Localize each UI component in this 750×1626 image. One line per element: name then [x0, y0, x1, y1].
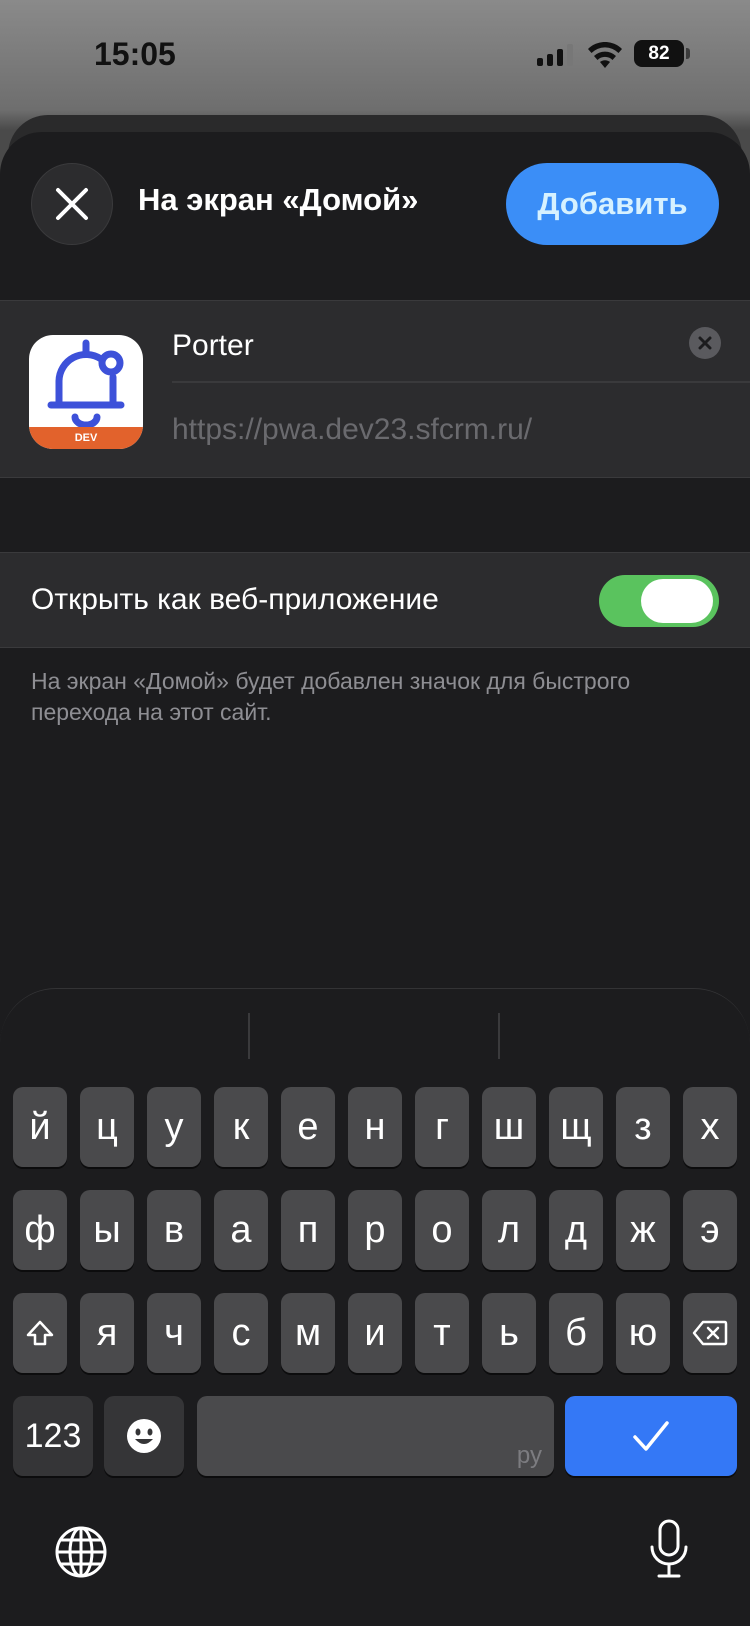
app-icon: DEV — [29, 335, 143, 449]
key[interactable]: з — [616, 1087, 670, 1167]
key[interactable]: ф — [13, 1190, 67, 1270]
key[interactable]: л — [482, 1190, 536, 1270]
key[interactable]: с — [214, 1293, 268, 1373]
key[interactable]: о — [415, 1190, 469, 1270]
key[interactable]: ш — [482, 1087, 536, 1167]
delete-key[interactable] — [683, 1293, 737, 1373]
space-language-label: ру — [516, 1442, 542, 1469]
shift-icon — [26, 1320, 54, 1346]
key[interactable]: н — [348, 1087, 402, 1167]
numbers-key[interactable]: 123 — [13, 1396, 93, 1476]
key[interactable]: у — [147, 1087, 201, 1167]
clear-icon — [698, 336, 712, 350]
site-url: https://pwa.dev23.sfcrm.ru/ — [172, 413, 533, 446]
key[interactable]: ж — [616, 1190, 670, 1270]
key[interactable]: щ — [549, 1087, 603, 1167]
key[interactable]: э — [683, 1190, 737, 1270]
globe-icon[interactable] — [54, 1525, 108, 1579]
key[interactable]: е — [281, 1087, 335, 1167]
key[interactable]: г — [415, 1087, 469, 1167]
key[interactable]: т — [415, 1293, 469, 1373]
key[interactable]: ь — [482, 1293, 536, 1373]
key[interactable]: а — [214, 1190, 268, 1270]
suggestion-divider — [248, 1013, 250, 1059]
key[interactable]: и — [348, 1293, 402, 1373]
close-icon — [56, 188, 88, 220]
key[interactable]: ы — [80, 1190, 134, 1270]
web-app-row: Открыть как веб-приложение — [0, 552, 750, 648]
key[interactable]: ч — [147, 1293, 201, 1373]
add-button[interactable]: Добавить — [506, 163, 719, 245]
checkmark-icon — [633, 1421, 669, 1451]
key[interactable]: х — [683, 1087, 737, 1167]
bookmark-card: DEV Porter https://pwa.dev23.sfcrm.ru/ — [0, 300, 750, 478]
cellular-signal-icon — [537, 44, 573, 66]
key[interactable]: р — [348, 1190, 402, 1270]
key[interactable]: ю — [616, 1293, 670, 1373]
toggle-knob — [641, 579, 713, 623]
dev-badge: DEV — [29, 427, 143, 449]
key[interactable]: я — [80, 1293, 134, 1373]
key[interactable]: ц — [80, 1087, 134, 1167]
status-bar: 15:05 82 — [0, 0, 750, 110]
name-input[interactable]: Porter — [172, 329, 254, 363]
emoji-key[interactable] — [104, 1396, 184, 1476]
close-button[interactable] — [31, 163, 113, 245]
battery-tip — [686, 48, 690, 59]
done-key[interactable] — [565, 1396, 737, 1476]
clear-name-button[interactable] — [689, 327, 721, 359]
key[interactable]: к — [214, 1087, 268, 1167]
key[interactable]: п — [281, 1190, 335, 1270]
space-key[interactable]: ру — [197, 1396, 554, 1476]
key[interactable]: й — [13, 1087, 67, 1167]
wifi-icon — [588, 42, 622, 68]
emoji-icon — [127, 1419, 161, 1453]
key[interactable]: д — [549, 1190, 603, 1270]
keyboard: й ц у к е н г ш щ з х ф ы в а п р о л д … — [0, 988, 750, 1626]
web-app-toggle[interactable] — [599, 575, 719, 627]
key[interactable]: б — [549, 1293, 603, 1373]
delete-icon — [692, 1320, 728, 1346]
web-app-label: Открыть как веб-приложение — [31, 583, 439, 616]
microphone-icon[interactable] — [648, 1519, 690, 1579]
suggestion-divider — [498, 1013, 500, 1059]
bell-icon — [47, 339, 125, 427]
key[interactable]: м — [281, 1293, 335, 1373]
battery-indicator: 82 — [634, 40, 684, 67]
key[interactable]: в — [147, 1190, 201, 1270]
status-time: 15:05 — [94, 36, 176, 72]
footnote: На экран «Домой» будет добавлен значок д… — [31, 668, 631, 725]
shift-key[interactable] — [13, 1293, 67, 1373]
divider — [172, 381, 750, 383]
sheet-title: На экран «Домой» — [138, 182, 419, 217]
